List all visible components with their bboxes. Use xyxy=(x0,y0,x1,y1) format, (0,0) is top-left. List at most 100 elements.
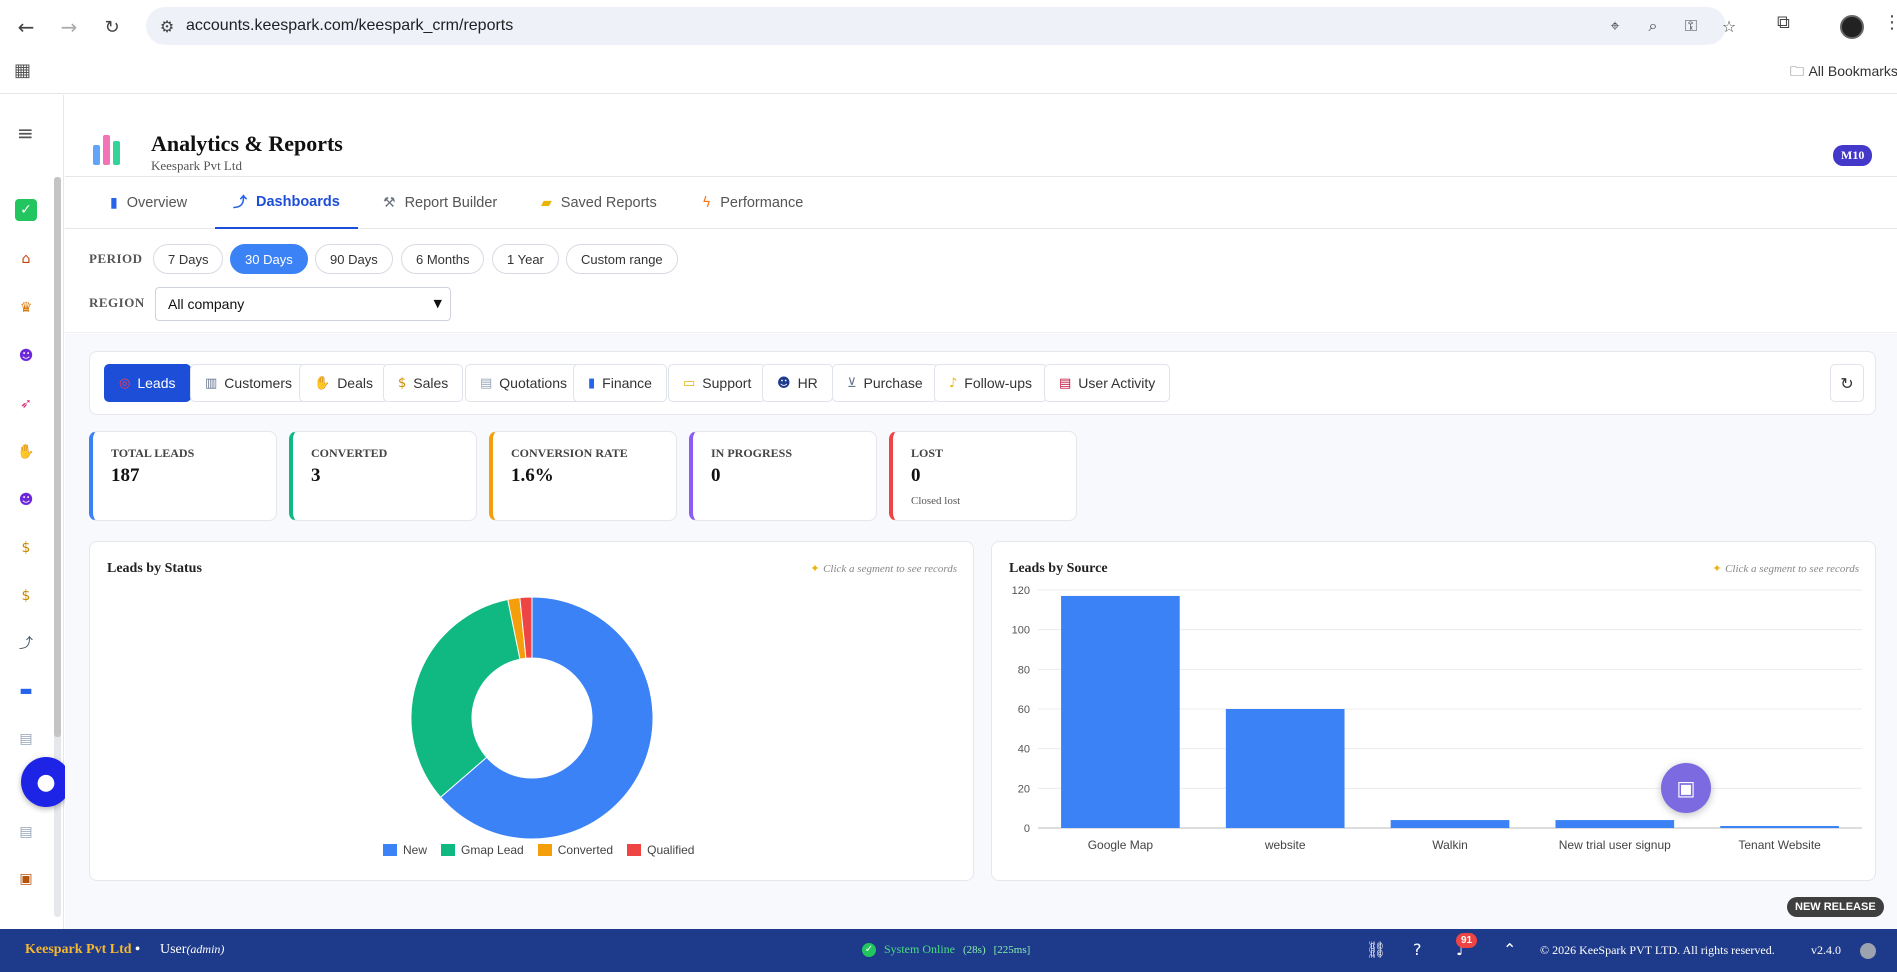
profile-avatar[interactable] xyxy=(1840,15,1864,39)
module-follow-ups[interactable]: ♪ Follow-ups xyxy=(934,364,1047,402)
sidebar-package-icon[interactable]: ▣ xyxy=(15,868,37,890)
legend-item[interactable]: New xyxy=(383,843,427,857)
sidebar-moneybag-2-icon[interactable]: $ xyxy=(15,585,37,607)
module-deals[interactable]: ✋ Deals xyxy=(299,364,388,402)
sidebar-handshake-icon[interactable]: ✋ xyxy=(15,441,37,463)
bar-website[interactable] xyxy=(1225,709,1345,828)
donut-legend: New Gmap Lead Converted Qualified xyxy=(383,843,694,857)
kpi-card-converted[interactable]: CONVERTED 3 xyxy=(289,431,477,521)
extensions-icon[interactable]: ⧉ xyxy=(1777,12,1790,33)
period-30-days[interactable]: 30 Days xyxy=(230,244,308,274)
leads-status-donut[interactable] xyxy=(90,542,975,842)
module-quotations[interactable]: ▤ Quotations xyxy=(465,364,583,402)
sidebar-rocket-icon[interactable]: ➶ xyxy=(15,393,37,415)
legend-item[interactable]: Qualified xyxy=(627,843,694,857)
link-icon[interactable]: ⛓ xyxy=(1366,940,1386,959)
bookmarks-bar: ▦ 🗀 All Bookmarks xyxy=(0,52,1897,94)
module-hr[interactable]: ☻ HR xyxy=(762,364,833,402)
forward-icon[interactable]: → xyxy=(55,13,83,41)
sidebar-document-icon[interactable]: ▤ xyxy=(15,728,37,750)
donut-slice-gmap-lead[interactable] xyxy=(410,598,521,798)
sidebar-moneybag-icon[interactable]: $ xyxy=(15,537,37,559)
period-1-year[interactable]: 1 Year xyxy=(492,244,559,274)
copyright-text: © 2026 KeeSpark PVT LTD. All rights rese… xyxy=(1540,943,1775,957)
legend-swatch xyxy=(383,844,397,856)
period-custom-range[interactable]: Custom range xyxy=(566,244,678,274)
sidebar-users-icon[interactable]: ☻ xyxy=(15,345,37,367)
kpi-card-total-leads[interactable]: TOTAL LEADS 187 xyxy=(89,431,277,521)
legend-item[interactable]: Converted xyxy=(537,843,613,857)
bar-tenant-website[interactable] xyxy=(1720,826,1839,828)
sidebar-check-icon[interactable]: ✓ xyxy=(15,199,37,221)
module-support[interactable]: ▭ Support xyxy=(668,364,767,402)
sidebar-chart-icon[interactable]: ⤴ xyxy=(15,632,37,654)
sidebar-home-icon[interactable]: ⌂ xyxy=(15,248,37,270)
tab-report-builder[interactable]: ⚒ Report Builder xyxy=(383,177,497,229)
chatbot-button[interactable]: ▣ xyxy=(1661,763,1711,813)
kpi-card-in-progress[interactable]: IN PROGRESS 0 xyxy=(689,431,877,521)
page-title: Analytics & Reports xyxy=(151,131,343,156)
sidebar-crown-icon[interactable]: ♛ xyxy=(15,297,37,319)
company-subtitle: Keespark Pvt Ltd xyxy=(151,158,242,173)
kpi-value: 187 xyxy=(111,465,140,486)
menu-dots-icon[interactable]: ⋮ xyxy=(1883,12,1897,33)
chevron-up-icon[interactable]: ⌃ xyxy=(1503,940,1516,959)
bar-new-trial-user-signup[interactable] xyxy=(1555,820,1675,828)
tab-performance[interactable]: ϟ Performance xyxy=(702,177,803,229)
leads-source-bar-chart[interactable]: 0 20 40 60 80 100 120 Google Map website Walkin Ne… xyxy=(992,542,1877,882)
sidebar-team-icon[interactable]: ☻ xyxy=(15,489,37,511)
key-icon[interactable]: ⚿ xyxy=(1680,15,1702,37)
sidebar-card-icon[interactable]: ▬ xyxy=(15,680,37,702)
sidebar-scrollbar[interactable] xyxy=(54,177,61,917)
url-text[interactable]: accounts.keespark.com/keespark_crm/repor… xyxy=(186,17,513,35)
help-icon[interactable]: ? xyxy=(1413,940,1422,959)
site-info-icon[interactable]: ⚙ xyxy=(156,15,178,37)
check-circle-icon: ✓ xyxy=(862,942,876,957)
address-bar[interactable]: ⚙ accounts.keespark.com/keespark_crm/rep… xyxy=(146,7,1736,45)
y-tick-label: 80 xyxy=(1018,664,1030,676)
module-user-activity[interactable]: ▤ User Activity xyxy=(1044,364,1171,402)
y-tick-label: 120 xyxy=(1012,585,1030,597)
sidebar-scroll-thumb[interactable] xyxy=(54,177,61,737)
bar-google-map[interactable] xyxy=(1061,595,1180,828)
module-sales[interactable]: $ Sales xyxy=(383,364,464,402)
bar-chart-icon: ▮ xyxy=(110,195,118,211)
module-label: Support xyxy=(702,375,752,391)
x-tick-label: Google Map xyxy=(1088,838,1154,852)
module-finance[interactable]: ▮ Finance xyxy=(573,364,667,402)
x-tick-label: New trial user signup xyxy=(1559,838,1671,852)
region-select[interactable]: All company ▼ xyxy=(155,287,451,321)
bar-walkin[interactable] xyxy=(1390,820,1510,828)
kpi-card-conversion-rate[interactable]: CONVERSION RATE 1.6% xyxy=(489,431,677,521)
new-release-badge[interactable]: NEW RELEASE xyxy=(1787,897,1884,917)
uptime-text: (28s) xyxy=(963,943,986,956)
all-bookmarks[interactable]: 🗀 All Bookmarks xyxy=(1790,61,1897,85)
refresh-button[interactable]: ↻ xyxy=(1830,364,1864,402)
period-6-months[interactable]: 6 Months xyxy=(401,244,485,274)
user-role: (admin) xyxy=(186,942,225,956)
period-90-days[interactable]: 90 Days xyxy=(315,244,393,274)
module-customers[interactable]: ▥ Customers xyxy=(190,364,307,402)
reload-icon[interactable]: ↻ xyxy=(98,13,126,41)
apps-grid-icon[interactable]: ▦ xyxy=(14,60,31,81)
hamburger-menu-icon[interactable]: ≡ xyxy=(17,121,34,145)
y-tick-label: 60 xyxy=(1018,704,1030,716)
notification-count[interactable]: 91 xyxy=(1456,933,1478,948)
tab-saved-reports[interactable]: ▰ Saved Reports xyxy=(541,177,657,229)
back-icon[interactable]: ← xyxy=(12,13,40,41)
tab-dashboards[interactable]: ⤴ Dashboards xyxy=(215,177,358,229)
kpi-value: 1.6% xyxy=(511,465,554,486)
module-selector: ◎ Leads ▥ Customers ✋ Deals $ Sales ▤ Quotati… xyxy=(89,351,1876,415)
legend-item[interactable]: Gmap Lead xyxy=(441,843,524,857)
kpi-card-lost[interactable]: LOST 0 Closed lost xyxy=(889,431,1077,521)
location-icon[interactable]: ⌖ xyxy=(1604,15,1626,37)
bookmark-star-icon[interactable]: ☆ xyxy=(1718,15,1740,37)
module-leads[interactable]: ◎ Leads xyxy=(104,364,191,402)
module-purchase[interactable]: ⊻ Purchase xyxy=(832,364,938,402)
period-7-days[interactable]: 7 Days xyxy=(153,244,224,274)
zoom-icon[interactable]: ⌕ xyxy=(1642,15,1664,37)
user-fab-button[interactable]: ● xyxy=(21,757,71,807)
tab-overview[interactable]: ▮ Overview xyxy=(110,177,187,229)
sidebar-notes-icon[interactable]: ▤ xyxy=(15,821,37,843)
trend-chart-icon: ⤴ xyxy=(233,195,247,211)
